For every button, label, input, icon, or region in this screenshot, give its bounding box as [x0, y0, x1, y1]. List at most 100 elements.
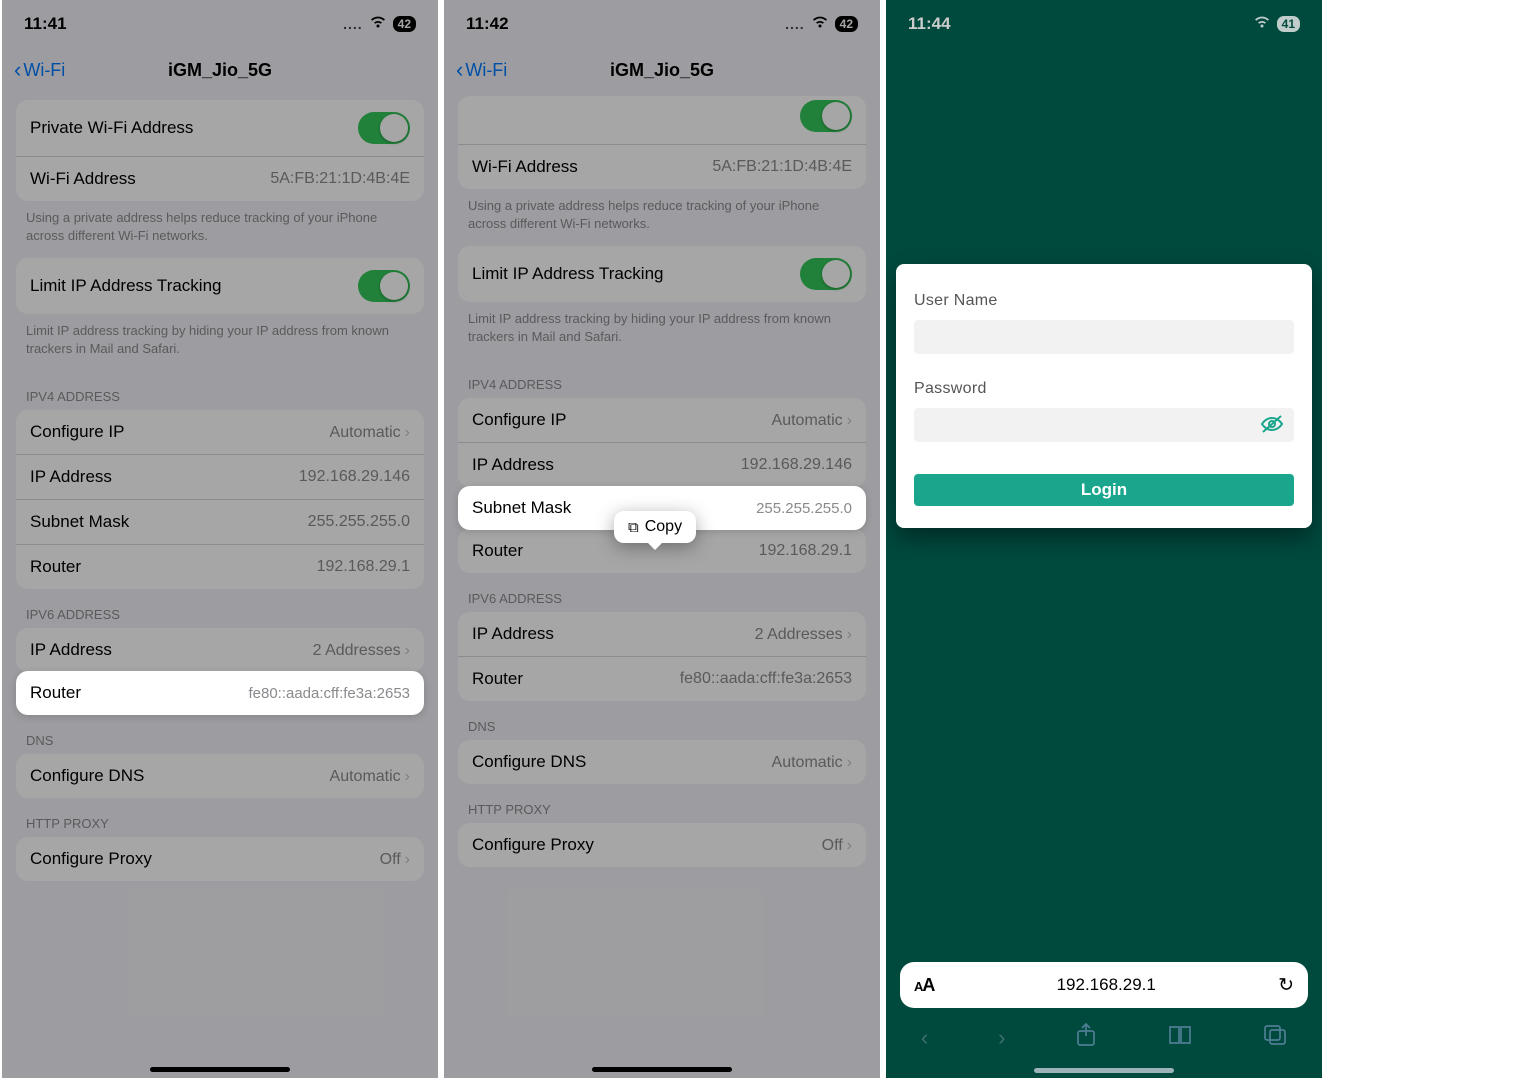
configure-proxy-label: Configure Proxy: [30, 849, 152, 869]
configure-dns-row[interactable]: Configure DNS Automatic›: [16, 754, 424, 798]
proxy-header: HTTP PROXY: [444, 784, 880, 823]
back-button[interactable]: ‹ Wi-Fi: [456, 59, 507, 81]
chevron-right-icon: ›: [847, 837, 852, 854]
limit-ip-row[interactable]: Limit IP Address Tracking: [458, 246, 866, 302]
configure-dns-label: Configure DNS: [472, 752, 586, 772]
back-label: Wi-Fi: [23, 60, 65, 81]
router-row[interactable]: Router 192.168.29.1: [16, 545, 424, 589]
url-text[interactable]: 192.168.29.1: [1057, 975, 1156, 995]
ipv6-router-row-highlighted[interactable]: Router fe80::aada:cff:fe3a:2653: [16, 671, 424, 715]
private-wifi-row[interactable]: Private Wi-Fi Address: [16, 100, 424, 157]
private-wifi-footnote: Using a private address helps reduce tra…: [2, 201, 438, 258]
ipv6-ip-value: 2 Addresses: [755, 626, 843, 643]
status-bar: 11:42 .... 42: [444, 0, 880, 48]
wifi-icon: [811, 15, 829, 33]
status-bar: 11:44 41: [886, 0, 1322, 48]
wifi-address-label: Wi-Fi Address: [472, 157, 578, 177]
ip-address-row[interactable]: IP Address 192.168.29.146: [458, 443, 866, 487]
back-icon[interactable]: ‹: [921, 1025, 928, 1051]
back-button[interactable]: ‹ Wi-Fi: [14, 59, 65, 81]
copy-icon: ⧉: [628, 519, 639, 536]
login-button[interactable]: Login: [914, 474, 1294, 506]
configure-proxy-value: Off: [822, 837, 843, 854]
ipv6-header: IPV6 ADDRESS: [444, 573, 880, 612]
ip-address-value: 192.168.29.146: [299, 468, 410, 486]
ipv6-router-label: Router: [30, 683, 81, 703]
username-input[interactable]: [914, 320, 1294, 354]
bookmarks-icon[interactable]: [1167, 1024, 1193, 1052]
chevron-right-icon: ›: [405, 642, 410, 659]
login-card: User Name Password Login: [896, 264, 1312, 528]
password-input[interactable]: [914, 408, 1294, 442]
wifi-address-label: Wi-Fi Address: [30, 169, 136, 189]
ipv6-ip-row[interactable]: IP Address 2 Addresses›: [16, 628, 424, 672]
configure-proxy-row[interactable]: Configure Proxy Off›: [458, 823, 866, 867]
subnet-mask-row[interactable]: Subnet Mask 255.255.255.0: [16, 500, 424, 545]
configure-dns-value: Automatic: [330, 768, 401, 785]
configure-ip-label: Configure IP: [30, 422, 125, 442]
forward-icon[interactable]: ›: [998, 1025, 1005, 1051]
battery-indicator: 41: [1277, 16, 1300, 32]
wifi-address-row[interactable]: Wi-Fi Address 5A:FB:21:1D:4B:4E: [458, 145, 866, 189]
ip-address-value: 192.168.29.146: [741, 456, 852, 474]
limit-ip-toggle[interactable]: [800, 258, 852, 290]
ipv6-ip-label: IP Address: [472, 624, 554, 644]
page-title: iGM_Jio_5G: [444, 60, 880, 81]
share-icon[interactable]: [1075, 1022, 1097, 1054]
ipv4-header: IPV4 ADDRESS: [444, 359, 880, 398]
copy-callout[interactable]: ⧉ Copy: [614, 511, 696, 543]
chevron-right-icon: ›: [405, 424, 410, 441]
configure-ip-label: Configure IP: [472, 410, 567, 430]
ipv6-router-value: fe80::aada:cff:fe3a:2653: [680, 670, 852, 688]
ipv6-router-row[interactable]: Router fe80::aada:cff:fe3a:2653: [458, 657, 866, 701]
subnet-mask-label: Subnet Mask: [472, 498, 571, 518]
nav-bar: ‹ Wi-Fi iGM_Jio_5G: [444, 48, 880, 92]
subnet-mask-value: 255.255.255.0: [308, 513, 410, 531]
status-time: 11:41: [24, 14, 67, 34]
wifi-address-value: 5A:FB:21:1D:4B:4E: [712, 158, 852, 176]
chevron-right-icon: ›: [847, 626, 852, 643]
chevron-left-icon: ‹: [14, 59, 21, 81]
chevron-right-icon: ›: [847, 412, 852, 429]
configure-dns-row[interactable]: Configure DNS Automatic›: [458, 740, 866, 784]
safari-address-bar[interactable]: AA 192.168.29.1 ↻: [900, 962, 1308, 1008]
wifi-address-row[interactable]: Wi-Fi Address 5A:FB:21:1D:4B:4E: [16, 157, 424, 201]
battery-indicator: 42: [835, 16, 858, 32]
dns-header: DNS: [444, 701, 880, 740]
ipv6-ip-row[interactable]: IP Address 2 Addresses›: [458, 612, 866, 657]
copy-label: Copy: [645, 518, 682, 536]
ipv4-header: IPV4 ADDRESS: [2, 371, 438, 410]
limit-ip-label: Limit IP Address Tracking: [30, 276, 222, 296]
limit-ip-toggle[interactable]: [358, 270, 410, 302]
home-indicator[interactable]: [1034, 1068, 1174, 1073]
router-label: Router: [30, 557, 81, 577]
reload-icon[interactable]: ↻: [1278, 974, 1294, 997]
configure-proxy-row[interactable]: Configure Proxy Off›: [16, 837, 424, 881]
username-label: User Name: [914, 292, 1294, 310]
private-wifi-footnote: Using a private address helps reduce tra…: [444, 189, 880, 246]
ip-address-row[interactable]: IP Address 192.168.29.146: [16, 455, 424, 500]
router-value: 192.168.29.1: [759, 542, 852, 560]
ip-address-label: IP Address: [472, 455, 554, 475]
home-indicator[interactable]: [150, 1067, 290, 1072]
configure-dns-value: Automatic: [772, 754, 843, 771]
eye-off-icon[interactable]: [1260, 414, 1284, 440]
ipv6-ip-value: 2 Addresses: [313, 642, 401, 659]
configure-ip-row[interactable]: Configure IP Automatic›: [458, 398, 866, 443]
configure-ip-value: Automatic: [330, 424, 401, 441]
ipv6-router-label: Router: [472, 669, 523, 689]
private-wifi-toggle[interactable]: [358, 112, 410, 144]
home-indicator[interactable]: [592, 1067, 732, 1072]
private-wifi-toggle[interactable]: [800, 100, 852, 132]
dns-header: DNS: [2, 715, 438, 754]
configure-proxy-label: Configure Proxy: [472, 835, 594, 855]
ipv6-header: IPV6 ADDRESS: [2, 589, 438, 628]
chevron-left-icon: ‹: [456, 59, 463, 81]
chevron-right-icon: ›: [405, 768, 410, 785]
limit-ip-row[interactable]: Limit IP Address Tracking: [16, 258, 424, 314]
configure-ip-row[interactable]: Configure IP Automatic›: [16, 410, 424, 455]
phone-3: 11:44 41 User Name Password Login AA 192…: [886, 0, 1322, 1078]
configure-dns-label: Configure DNS: [30, 766, 144, 786]
tabs-icon[interactable]: [1263, 1024, 1287, 1052]
text-size-button[interactable]: AA: [914, 975, 934, 996]
